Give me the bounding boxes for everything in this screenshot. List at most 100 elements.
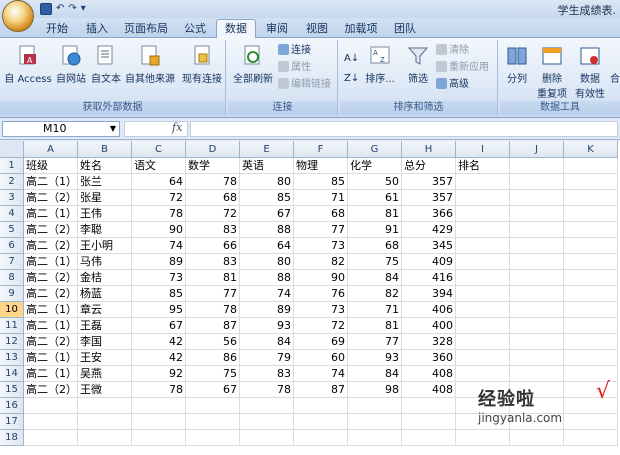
cell[interactable]: 56: [186, 334, 240, 350]
qat-more-icon[interactable]: ▾: [81, 3, 86, 15]
cell[interactable]: 82: [348, 286, 402, 302]
cell[interactable]: [240, 398, 294, 414]
edit-links-button[interactable]: 编辑链接: [278, 78, 331, 92]
cell[interactable]: [564, 286, 618, 302]
cell[interactable]: 93: [348, 350, 402, 366]
cell[interactable]: 高二（2）: [24, 238, 78, 254]
column-header[interactable]: C: [132, 141, 186, 158]
cell[interactable]: 72: [132, 190, 186, 206]
cell[interactable]: 74: [240, 286, 294, 302]
header-cell[interactable]: 英语: [240, 158, 294, 174]
cell[interactable]: 王小明: [78, 238, 132, 254]
reapply-button[interactable]: 重新应用: [436, 61, 489, 75]
cell[interactable]: 76: [294, 286, 348, 302]
cell[interactable]: [456, 222, 510, 238]
cell[interactable]: 72: [186, 206, 240, 222]
cell[interactable]: 91: [348, 222, 402, 238]
cell[interactable]: 85: [294, 174, 348, 190]
column-header[interactable]: H: [402, 141, 456, 158]
row-header[interactable]: 14: [0, 366, 24, 382]
cell[interactable]: 78: [186, 174, 240, 190]
cell[interactable]: [510, 174, 564, 190]
cell[interactable]: [348, 414, 402, 430]
header-cell[interactable]: 数学: [186, 158, 240, 174]
cell[interactable]: [564, 350, 618, 366]
properties-button[interactable]: 属性: [278, 61, 311, 75]
cell[interactable]: 高二（1）: [24, 318, 78, 334]
cell[interactable]: 高二（1）: [24, 366, 78, 382]
cell[interactable]: 67: [186, 382, 240, 398]
cell[interactable]: [510, 222, 564, 238]
formula-input[interactable]: [190, 121, 618, 137]
cell[interactable]: [78, 430, 132, 446]
cell[interactable]: [132, 398, 186, 414]
cell[interactable]: [564, 270, 618, 286]
row-header[interactable]: 10: [0, 302, 24, 318]
cell[interactable]: 82: [294, 254, 348, 270]
cell[interactable]: [456, 270, 510, 286]
cell[interactable]: [294, 430, 348, 446]
cell[interactable]: 408: [402, 382, 456, 398]
cell[interactable]: 400: [402, 318, 456, 334]
header-cell[interactable]: 语文: [132, 158, 186, 174]
cell[interactable]: 高二（1）: [24, 302, 78, 318]
cell[interactable]: [564, 222, 618, 238]
cell[interactable]: [564, 318, 618, 334]
cell[interactable]: [456, 318, 510, 334]
filter-button[interactable]: 筛选: [402, 44, 434, 85]
header-cell[interactable]: 排名: [456, 158, 510, 174]
cell[interactable]: [402, 430, 456, 446]
tab-page-layout[interactable]: 页面布局: [118, 20, 174, 38]
cell[interactable]: [510, 238, 564, 254]
cell[interactable]: 高二（1）: [24, 174, 78, 190]
cell[interactable]: 吴燕: [78, 366, 132, 382]
cell[interactable]: [510, 206, 564, 222]
cell[interactable]: 357: [402, 174, 456, 190]
cell[interactable]: 93: [240, 318, 294, 334]
sort-za-button[interactable]: Z↓: [344, 72, 359, 86]
cell[interactable]: [510, 366, 564, 382]
cell[interactable]: [348, 398, 402, 414]
cell[interactable]: 高二（2）: [24, 286, 78, 302]
header-cell[interactable]: 姓名: [78, 158, 132, 174]
cell[interactable]: [294, 414, 348, 430]
cell[interactable]: 83: [240, 366, 294, 382]
column-header[interactable]: A: [24, 141, 78, 158]
cell[interactable]: 王微: [78, 382, 132, 398]
cell[interactable]: 77: [186, 286, 240, 302]
cell[interactable]: 68: [348, 238, 402, 254]
cell[interactable]: 66: [186, 238, 240, 254]
cell[interactable]: [348, 430, 402, 446]
row-header[interactable]: 4: [0, 206, 24, 222]
cell[interactable]: 83: [186, 254, 240, 270]
row-header[interactable]: 8: [0, 270, 24, 286]
column-header[interactable]: D: [186, 141, 240, 158]
cell[interactable]: 77: [294, 222, 348, 238]
row-header[interactable]: 18: [0, 430, 24, 446]
cell[interactable]: [510, 270, 564, 286]
tab-formulas[interactable]: 公式: [176, 20, 214, 38]
data-validation-button[interactable]: 数据 有效性: [572, 44, 608, 100]
cell[interactable]: [456, 174, 510, 190]
cell[interactable]: 50: [348, 174, 402, 190]
cell[interactable]: [402, 414, 456, 430]
name-box[interactable]: M10 ▼: [2, 121, 120, 137]
cell[interactable]: 366: [402, 206, 456, 222]
cell[interactable]: 84: [240, 334, 294, 350]
cell[interactable]: 79: [240, 350, 294, 366]
cell[interactable]: 78: [132, 382, 186, 398]
consolidate-button[interactable]: 合: [608, 44, 620, 85]
row-header[interactable]: 7: [0, 254, 24, 270]
cell[interactable]: 张星: [78, 190, 132, 206]
cell[interactable]: 89: [132, 254, 186, 270]
cell[interactable]: 85: [240, 190, 294, 206]
tab-home[interactable]: 开始: [38, 20, 76, 38]
from-text-button[interactable]: 自文本: [88, 44, 124, 85]
cell[interactable]: 马伟: [78, 254, 132, 270]
row-header[interactable]: 16: [0, 398, 24, 414]
cell[interactable]: [510, 430, 564, 446]
cell[interactable]: 416: [402, 270, 456, 286]
cell[interactable]: [132, 430, 186, 446]
cell[interactable]: 406: [402, 302, 456, 318]
sort-az-button[interactable]: A↓: [344, 52, 359, 66]
